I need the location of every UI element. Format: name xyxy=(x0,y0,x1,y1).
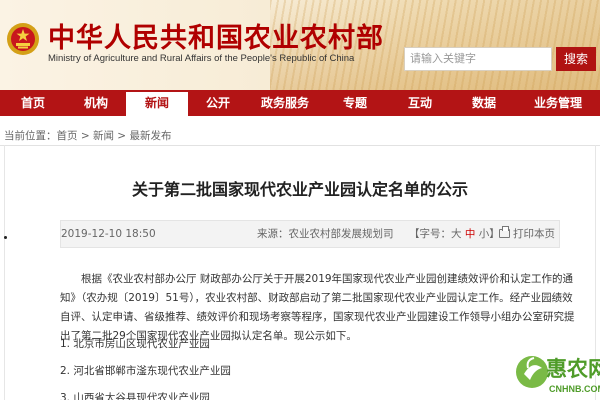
font-size-medium[interactable]: 中 xyxy=(465,228,476,240)
article-source: 来源：农业农村部发展规划司 xyxy=(257,228,394,240)
nav-item-home[interactable]: 首页 xyxy=(0,90,66,116)
search-input[interactable]: 请输入关键字 xyxy=(404,47,552,71)
print-label: 打印本页 xyxy=(513,228,555,240)
print-button[interactable]: 打印本页 xyxy=(499,221,555,247)
nav-item-interaction[interactable]: 互动 xyxy=(388,90,452,116)
nav-item-business-management[interactable]: 业务管理 xyxy=(516,90,600,116)
publish-date-value: 2019-12-10 18:50 xyxy=(61,228,156,240)
site-header: 中华人民共和国农业农村部 Ministry of Agriculture and… xyxy=(0,0,600,90)
nav-item-organization[interactable]: 机构 xyxy=(66,90,126,116)
nav-item-government-services[interactable]: 政务服务 xyxy=(248,90,322,116)
list-item: 2. 河北省邯郸市滏东现代农业产业园 xyxy=(60,365,231,377)
bullet-dot xyxy=(4,236,7,239)
printer-icon xyxy=(499,226,510,238)
breadcrumb-path[interactable]: 首页 > 新闻 > 最新发布 xyxy=(57,130,172,142)
national-emblem-icon xyxy=(7,23,39,55)
article-title: 关于第二批国家现代农业产业园认定名单的公示 xyxy=(131,180,468,199)
font-size-label: 【字号： xyxy=(409,228,451,240)
breadcrumb-prefix: 当前位置： xyxy=(4,130,57,142)
article-meta-bar: 2019-12-10 18:50 来源：农业农村部发展规划司 【字号：大 中 小… xyxy=(60,220,560,248)
search-button[interactable]: 搜索 xyxy=(556,47,596,71)
list-item: 1. 北京市房山区现代农业产业园 xyxy=(60,338,210,350)
list-item: 3. 山西省太谷县现代农业产业园 xyxy=(60,392,210,400)
article-paragraph: 根据《农业农村部办公厅 财政部办公厅关于开展2019年国家现代农业产业园创建绩效… xyxy=(60,273,575,342)
nav-item-news[interactable]: 新闻 xyxy=(126,90,188,116)
watermark-text: 惠农网 xyxy=(546,356,600,381)
site-subtitle: Ministry of Agriculture and Rural Affair… xyxy=(48,53,355,64)
main-nav: 首页 机构 新闻 公开 政务服务 专题 互动 数据 业务管理 xyxy=(0,90,600,116)
nav-item-public[interactable]: 公开 xyxy=(188,90,248,116)
site-title[interactable]: 中华人民共和国农业农村部 xyxy=(48,16,384,55)
font-size-small[interactable]: 小 xyxy=(479,228,490,240)
breadcrumb: 当前位置：首页 > 新闻 > 最新发布 xyxy=(4,128,171,143)
watermark-url: CNHNB.COM xyxy=(549,384,600,394)
publish-date: 2019-12-10 18:50 xyxy=(61,221,156,247)
content-top-divider xyxy=(0,145,600,146)
nav-item-topics[interactable]: 专题 xyxy=(322,90,388,116)
font-size-large[interactable]: 大 xyxy=(451,228,462,240)
nav-item-data[interactable]: 数据 xyxy=(452,90,516,116)
font-size-control: 【字号：大 中 小】 xyxy=(409,221,500,247)
